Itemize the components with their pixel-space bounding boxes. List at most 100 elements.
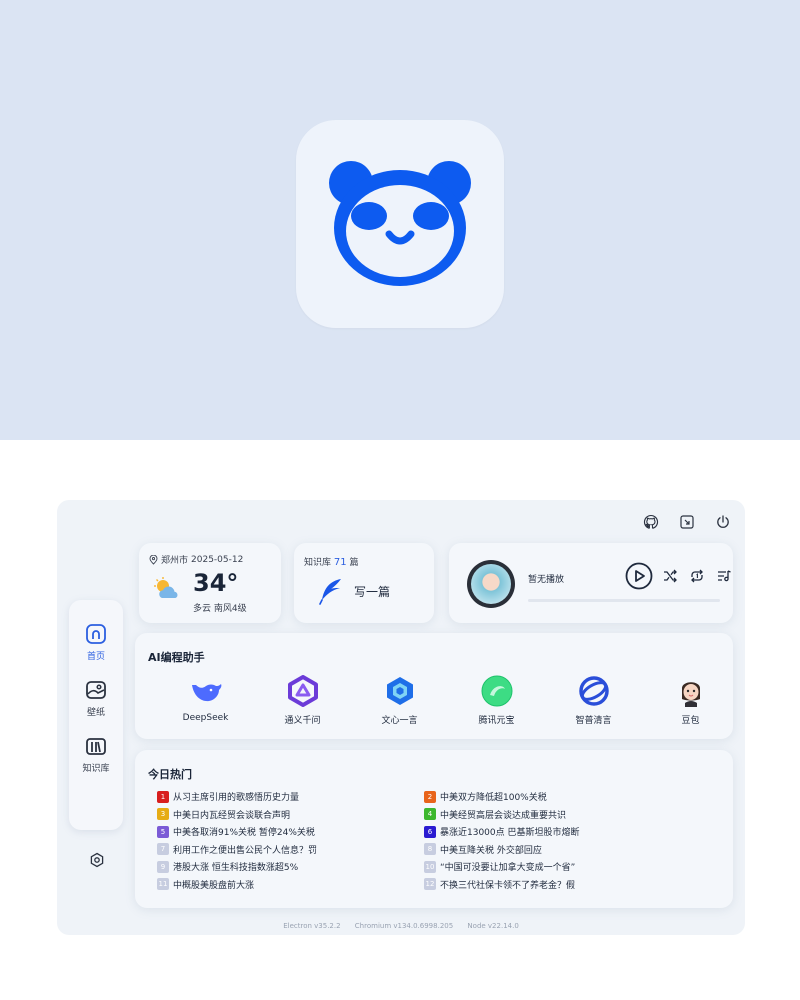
repeat-one-button[interactable]: [687, 566, 707, 586]
hot-topic-item[interactable]: 7 利用工作之便出售公民个人信息？罚: [157, 843, 424, 856]
hot-topic-title: 中概股美股盘前大涨: [173, 880, 255, 891]
shuffle-button[interactable]: [660, 566, 680, 586]
doubao-icon: [673, 673, 709, 709]
ai-assistant-card: AI编程助手 DeepSeek 通义千问 文心一言 腾讯元宝 智普清言 豆包: [135, 633, 733, 739]
ai-item-wenxin[interactable]: 文心一言: [351, 673, 448, 726]
playback-status: 暂无播放: [528, 575, 565, 585]
playback-progress-bar[interactable]: [528, 599, 720, 602]
ai-section-title: AI编程助手: [148, 651, 205, 664]
sidebar-item-wallpaper[interactable]: 壁纸: [69, 678, 123, 718]
hot-topic-item[interactable]: 2 中美双方降低超100%关税: [424, 790, 691, 803]
rank-badge: 6: [424, 825, 436, 838]
knowledge-count-label: 知识库 71 篇: [304, 555, 359, 568]
ai-assistant-list: DeepSeek 通义千问 文心一言 腾讯元宝 智普清言 豆包: [157, 673, 739, 726]
rank-badge: 12: [424, 878, 436, 890]
sidebar-item-home[interactable]: 首页: [69, 622, 123, 662]
ai-item-label: 文心一言: [381, 716, 418, 726]
shuffle-icon: [664, 569, 677, 583]
version-footer: Electron v35.2.2 Chromium v134.0.6998.20…: [57, 922, 745, 930]
hot-topic-list: 1 从习主席引用的歌感悟历史力量 2 中美双方降低超100%关税 3 中美日内瓦经贸会谈联…: [157, 790, 717, 891]
hot-topic-title: 中美经贸高层会谈达成重要共识: [440, 810, 567, 821]
hot-topics-card: 今日热门 1 从习主席引用的歌感悟历史力量 2 中美双方降低超100%关税 3 中美日内瓦…: [135, 750, 733, 908]
hot-topic-item[interactable]: 9 港股大涨 恒生科技指数涨超5%: [157, 860, 424, 873]
window-controls: [639, 510, 735, 534]
hot-topic-title: 港股大涨 恒生科技指数涨超5%: [173, 863, 299, 873]
hot-topic-item[interactable]: 6 暴涨近13000点 巴基斯坦股市熔断: [424, 825, 691, 838]
hot-topic-item[interactable]: 11 中概股美股盘前大涨: [157, 878, 424, 891]
rank-badge: 1: [157, 790, 169, 803]
sidebar: 首页 壁纸 知识库: [69, 600, 123, 830]
weather-temperature: 34°: [193, 569, 239, 597]
app-window: 首页 壁纸 知识库 郑州市 2025-05-12 34° 多云 南风4级 知识库…: [57, 500, 745, 935]
rank-badge: 7: [157, 843, 169, 855]
ai-item-label: DeepSeek: [182, 713, 229, 723]
music-player-card: 暂无播放: [449, 543, 733, 623]
weather-city: 郑州市: [161, 556, 189, 566]
hot-topic-item[interactable]: 5 中美各取消91%关税 暂停24%关税: [157, 825, 424, 838]
ai-item-deepseek[interactable]: DeepSeek: [157, 673, 254, 726]
hot-topic-title: 暴涨近13000点 巴基斯坦股市熔断: [440, 828, 580, 838]
ai-item-label: 通义千问: [284, 716, 321, 726]
location-pin-icon: [149, 554, 158, 565]
wenxin-icon: [382, 673, 418, 709]
ai-item-label: 智普清言: [575, 716, 612, 726]
repeat-one-icon: [691, 569, 703, 583]
sidebar-item-label: 首页: [86, 652, 105, 662]
hot-topic-item[interactable]: 12 不换三代社保卡领不了养老金？假: [424, 878, 691, 891]
ai-item-yuanbao[interactable]: 腾讯元宝: [448, 673, 545, 726]
sidebar-item-label: 知识库: [82, 764, 110, 774]
write-article-label: 写一篇: [354, 584, 391, 599]
minimize-icon[interactable]: [675, 510, 699, 534]
rank-badge: 3: [157, 808, 169, 820]
play-button[interactable]: [625, 562, 653, 590]
book-icon: [86, 738, 106, 755]
hot-topic-item[interactable]: 10 “中国可没要让加拿大变成一个省”: [424, 860, 691, 873]
rank-badge: 8: [424, 843, 436, 855]
sidebar-item-knowledge[interactable]: 知识库: [69, 734, 123, 774]
rank-badge: 10: [424, 860, 436, 873]
partly-cloudy-icon: [153, 577, 181, 605]
playlist-button[interactable]: [714, 566, 734, 586]
zhipu-icon: [576, 673, 612, 709]
write-article-button[interactable]: 写一篇: [318, 577, 390, 605]
play-icon: [625, 562, 653, 590]
weather-location-row: 郑州市 2025-05-12: [149, 553, 243, 566]
hot-topic-title: 从习主席引用的歌感悟历史力量: [173, 793, 300, 803]
ai-item-doubao[interactable]: 豆包: [642, 673, 739, 726]
hot-topic-title: 利用工作之便出售公民个人信息？罚: [173, 845, 318, 856]
ai-item-tongyi[interactable]: 通义千问: [254, 673, 351, 726]
deepseek-icon: [188, 673, 224, 709]
chromium-version: Chromium v134.0.6998.205: [354, 922, 454, 930]
github-icon[interactable]: [639, 510, 663, 534]
tongyi-icon: [285, 673, 321, 709]
hot-topic-item[interactable]: 1 从习主席引用的歌感悟历史力量: [157, 790, 424, 803]
power-icon[interactable]: [711, 510, 735, 534]
rank-badge: 11: [157, 878, 169, 890]
settings-button[interactable]: [85, 848, 109, 872]
hero-banner: [0, 0, 800, 440]
hot-topic-title: 中美日内瓦经贸会谈联合声明: [173, 810, 291, 821]
hot-topic-item[interactable]: 8 中美互降关税 外交部回应: [424, 843, 691, 856]
hot-topic-item[interactable]: 3 中美日内瓦经贸会谈联合声明: [157, 808, 424, 821]
hot-topic-title: 中美互降关税 外交部回应: [440, 845, 542, 856]
ai-item-zhipu[interactable]: 智普清言: [545, 673, 642, 726]
ai-item-label: 腾讯元宝: [478, 716, 515, 726]
yuanbao-icon: [479, 673, 515, 709]
gear-icon: [90, 852, 104, 868]
hot-topic-item[interactable]: 4 中美经贸高层会谈达成重要共识: [424, 808, 691, 821]
knowledge-card: 知识库 71 篇 写一篇: [294, 543, 434, 623]
knowledge-label-suffix: 篇: [349, 558, 359, 568]
hot-section-title: 今日热门: [148, 768, 192, 781]
wallpaper-icon: [86, 681, 106, 699]
rank-badge: 9: [157, 860, 169, 873]
ai-item-label: 豆包: [681, 716, 700, 726]
feather-pen-icon: [319, 579, 341, 605]
hot-topic-title: 不换三代社保卡领不了养老金？假: [440, 880, 576, 891]
node-version: Node v22.14.0: [467, 922, 519, 930]
rank-badge: 5: [157, 825, 169, 838]
home-icon: [86, 624, 106, 644]
playlist-icon: [718, 570, 731, 582]
hot-topic-title: 中美各取消91%关税 暂停24%关税: [173, 828, 315, 838]
panda-app-icon: [296, 120, 504, 328]
rank-badge: 2: [424, 790, 436, 803]
